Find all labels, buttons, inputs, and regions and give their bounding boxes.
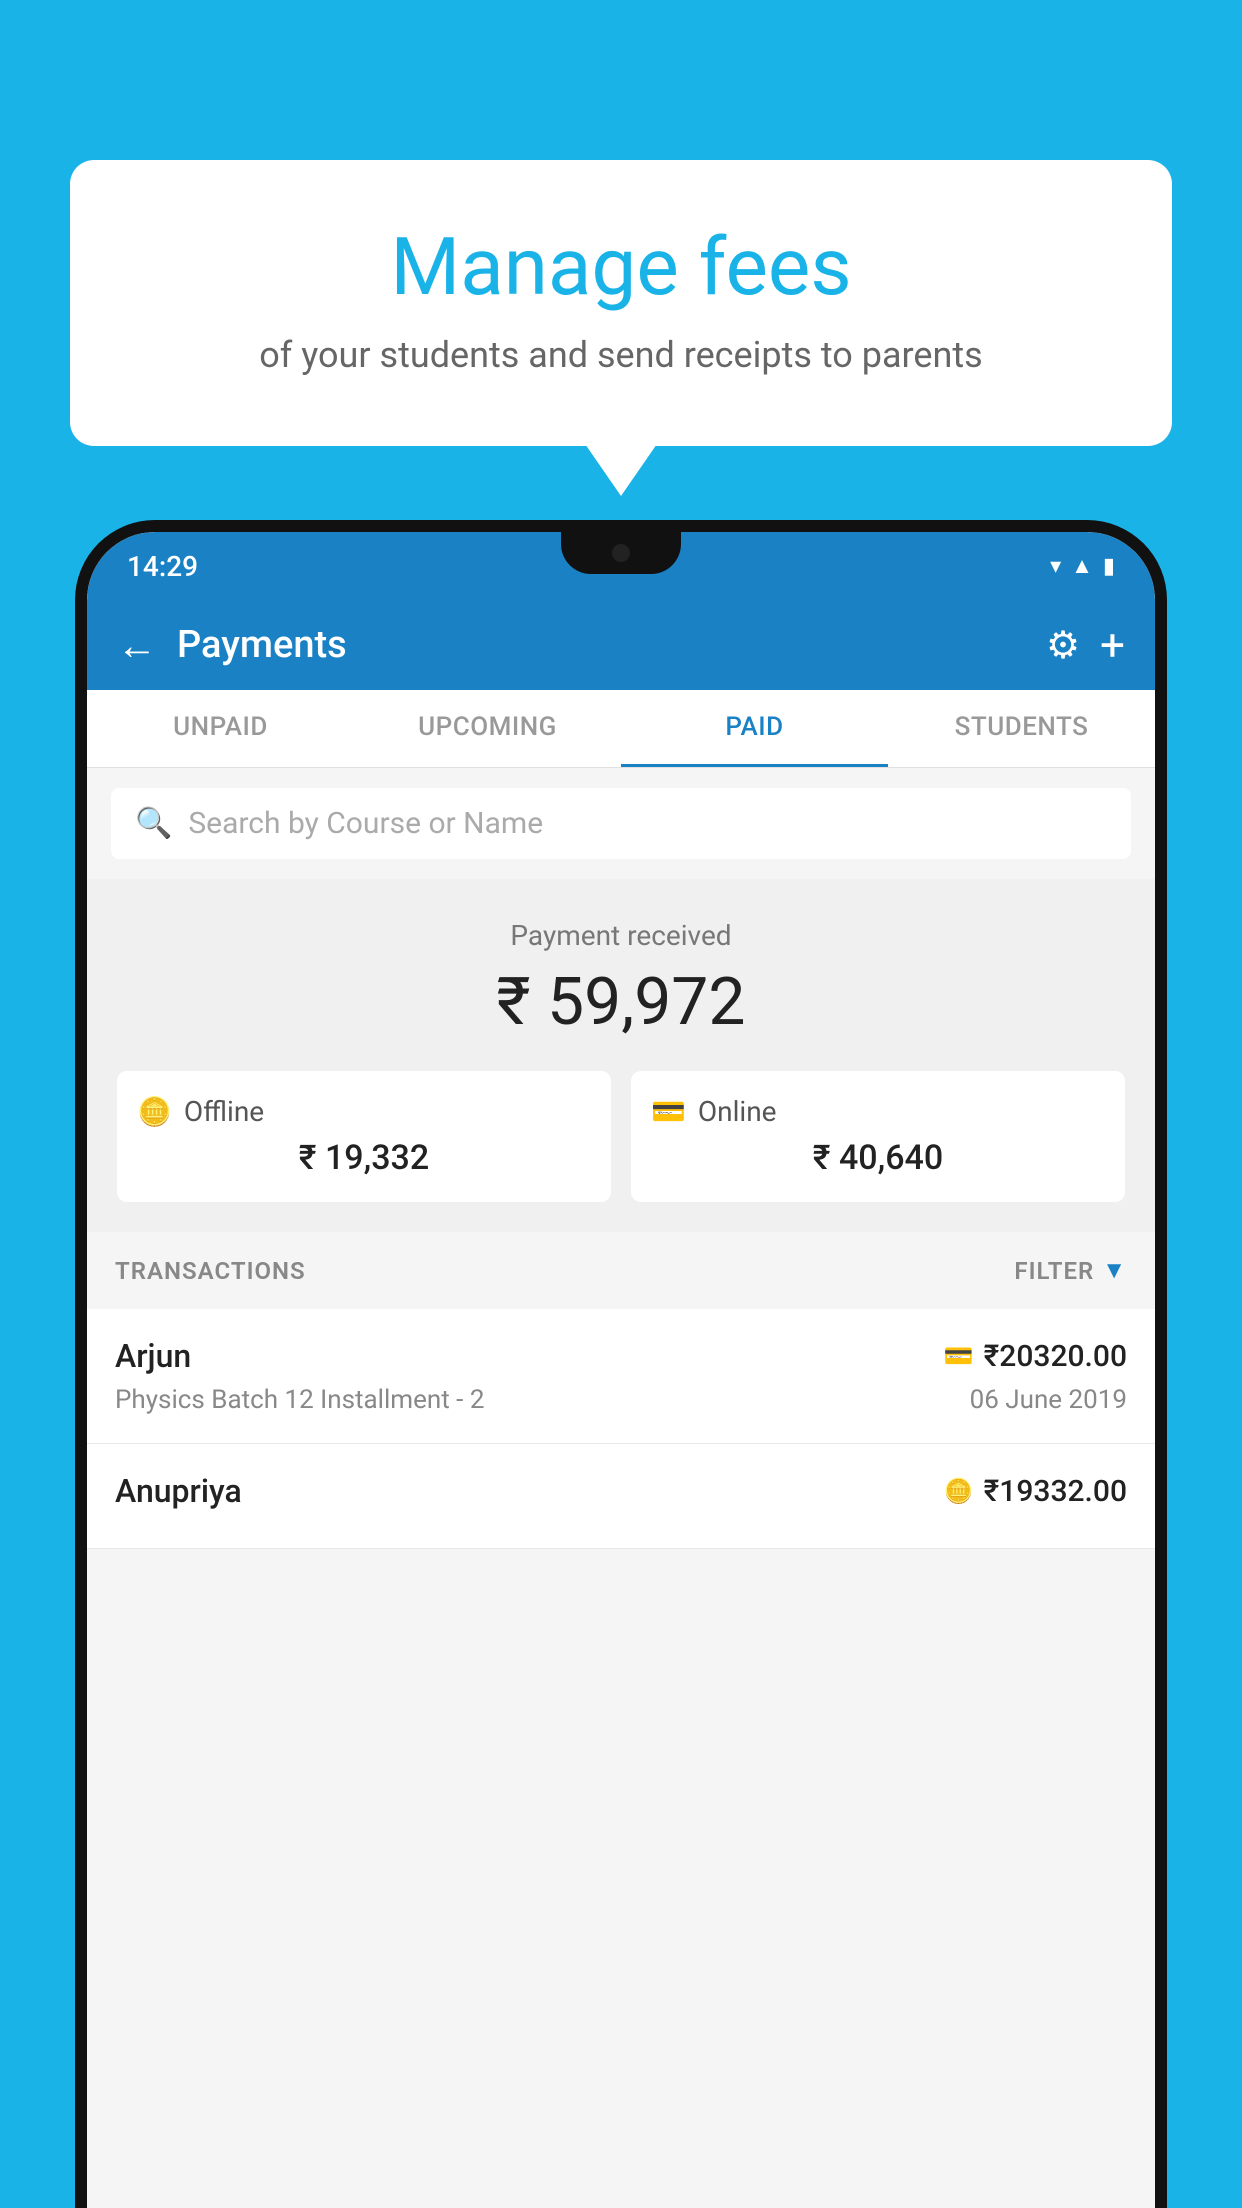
bubble-title: Manage fees: [120, 220, 1122, 314]
search-bar[interactable]: 🔍 Search by Course or Name: [111, 788, 1131, 859]
transaction-item[interactable]: Anupriya 🪙 ₹19332.00: [87, 1444, 1155, 1549]
transaction-date: 06 June 2019: [970, 1385, 1127, 1415]
payment-received-label: Payment received: [117, 919, 1125, 952]
online-label: Online: [698, 1095, 777, 1128]
tab-upcoming[interactable]: UPCOMING: [354, 690, 621, 767]
transactions-label: TRANSACTIONS: [115, 1257, 306, 1285]
search-icon: 🔍: [135, 806, 172, 841]
transaction-row-top: Arjun 💳 ₹20320.00: [115, 1337, 1127, 1375]
payment-total-amount: ₹ 59,972: [117, 964, 1125, 1041]
offline-card-header: 🪙 Offline: [137, 1095, 591, 1128]
offline-amount: ₹ 19,332: [137, 1138, 591, 1178]
back-button[interactable]: ←: [117, 622, 157, 669]
transaction-name: Anupriya: [115, 1472, 242, 1510]
status-time: 14:29: [127, 550, 198, 583]
app-bar: ← Payments ⚙ +: [87, 600, 1155, 690]
payment-cards: 🪙 Offline ₹ 19,332 💳 Online ₹ 40,640: [117, 1071, 1125, 1202]
filter-button[interactable]: FILTER ▼: [1014, 1256, 1127, 1285]
transactions-header: TRANSACTIONS FILTER ▼: [87, 1232, 1155, 1309]
offline-label: Offline: [184, 1095, 264, 1128]
payment-received-section: Payment received ₹ 59,972 🪙 Offline ₹ 19…: [87, 879, 1155, 1232]
filter-icon: ▼: [1102, 1256, 1127, 1285]
phone-screen: 14:29 ▾ ▲ ▮ ← Payments ⚙ + UNPAID UPCOMI…: [87, 532, 1155, 2208]
transaction-name: Arjun: [115, 1337, 191, 1375]
online-amount: ₹ 40,640: [651, 1138, 1105, 1178]
transaction-amount: ₹19332.00: [984, 1474, 1127, 1509]
tab-students[interactable]: STUDENTS: [888, 690, 1155, 767]
tab-paid[interactable]: PAID: [621, 690, 888, 767]
wifi-icon: ▾: [1050, 554, 1061, 579]
online-card-header: 💳 Online: [651, 1095, 1105, 1128]
online-icon: 💳: [651, 1095, 686, 1128]
card-payment-icon: 💳: [944, 1342, 974, 1370]
battery-icon: ▮: [1103, 554, 1115, 579]
transaction-row-bottom: Physics Batch 12 Installment - 2 06 June…: [115, 1385, 1127, 1415]
transaction-course: Physics Batch 12 Installment - 2: [115, 1385, 484, 1415]
camera: [612, 544, 630, 562]
search-input[interactable]: Search by Course or Name: [188, 806, 543, 841]
tab-unpaid[interactable]: UNPAID: [87, 690, 354, 767]
phone-frame: 14:29 ▾ ▲ ▮ ← Payments ⚙ + UNPAID UPCOMI…: [75, 520, 1167, 2208]
transaction-amount-row: 🪙 ₹19332.00: [944, 1474, 1127, 1509]
cash-payment-icon: 🪙: [944, 1477, 974, 1505]
filter-label: FILTER: [1014, 1257, 1094, 1285]
online-payment-card: 💳 Online ₹ 40,640: [631, 1071, 1125, 1202]
status-bar: 14:29 ▾ ▲ ▮: [87, 532, 1155, 600]
transaction-amount-row: 💳 ₹20320.00: [944, 1339, 1127, 1374]
search-container: 🔍 Search by Course or Name: [87, 768, 1155, 879]
phone-notch: [561, 532, 681, 574]
status-icons: ▾ ▲ ▮: [1050, 553, 1115, 579]
tab-bar: UNPAID UPCOMING PAID STUDENTS: [87, 690, 1155, 768]
bubble-subtitle: of your students and send receipts to pa…: [120, 334, 1122, 376]
signal-icon: ▲: [1071, 553, 1093, 579]
transaction-item[interactable]: Arjun 💳 ₹20320.00 Physics Batch 12 Insta…: [87, 1309, 1155, 1444]
add-button[interactable]: +: [1100, 619, 1125, 671]
offline-payment-card: 🪙 Offline ₹ 19,332: [117, 1071, 611, 1202]
transaction-row-top: Anupriya 🪙 ₹19332.00: [115, 1472, 1127, 1510]
offline-icon: 🪙: [137, 1095, 172, 1128]
page-title: Payments: [177, 623, 1046, 667]
speech-bubble: Manage fees of your students and send re…: [70, 160, 1172, 446]
settings-button[interactable]: ⚙: [1046, 623, 1080, 668]
transaction-amount: ₹20320.00: [984, 1339, 1127, 1374]
